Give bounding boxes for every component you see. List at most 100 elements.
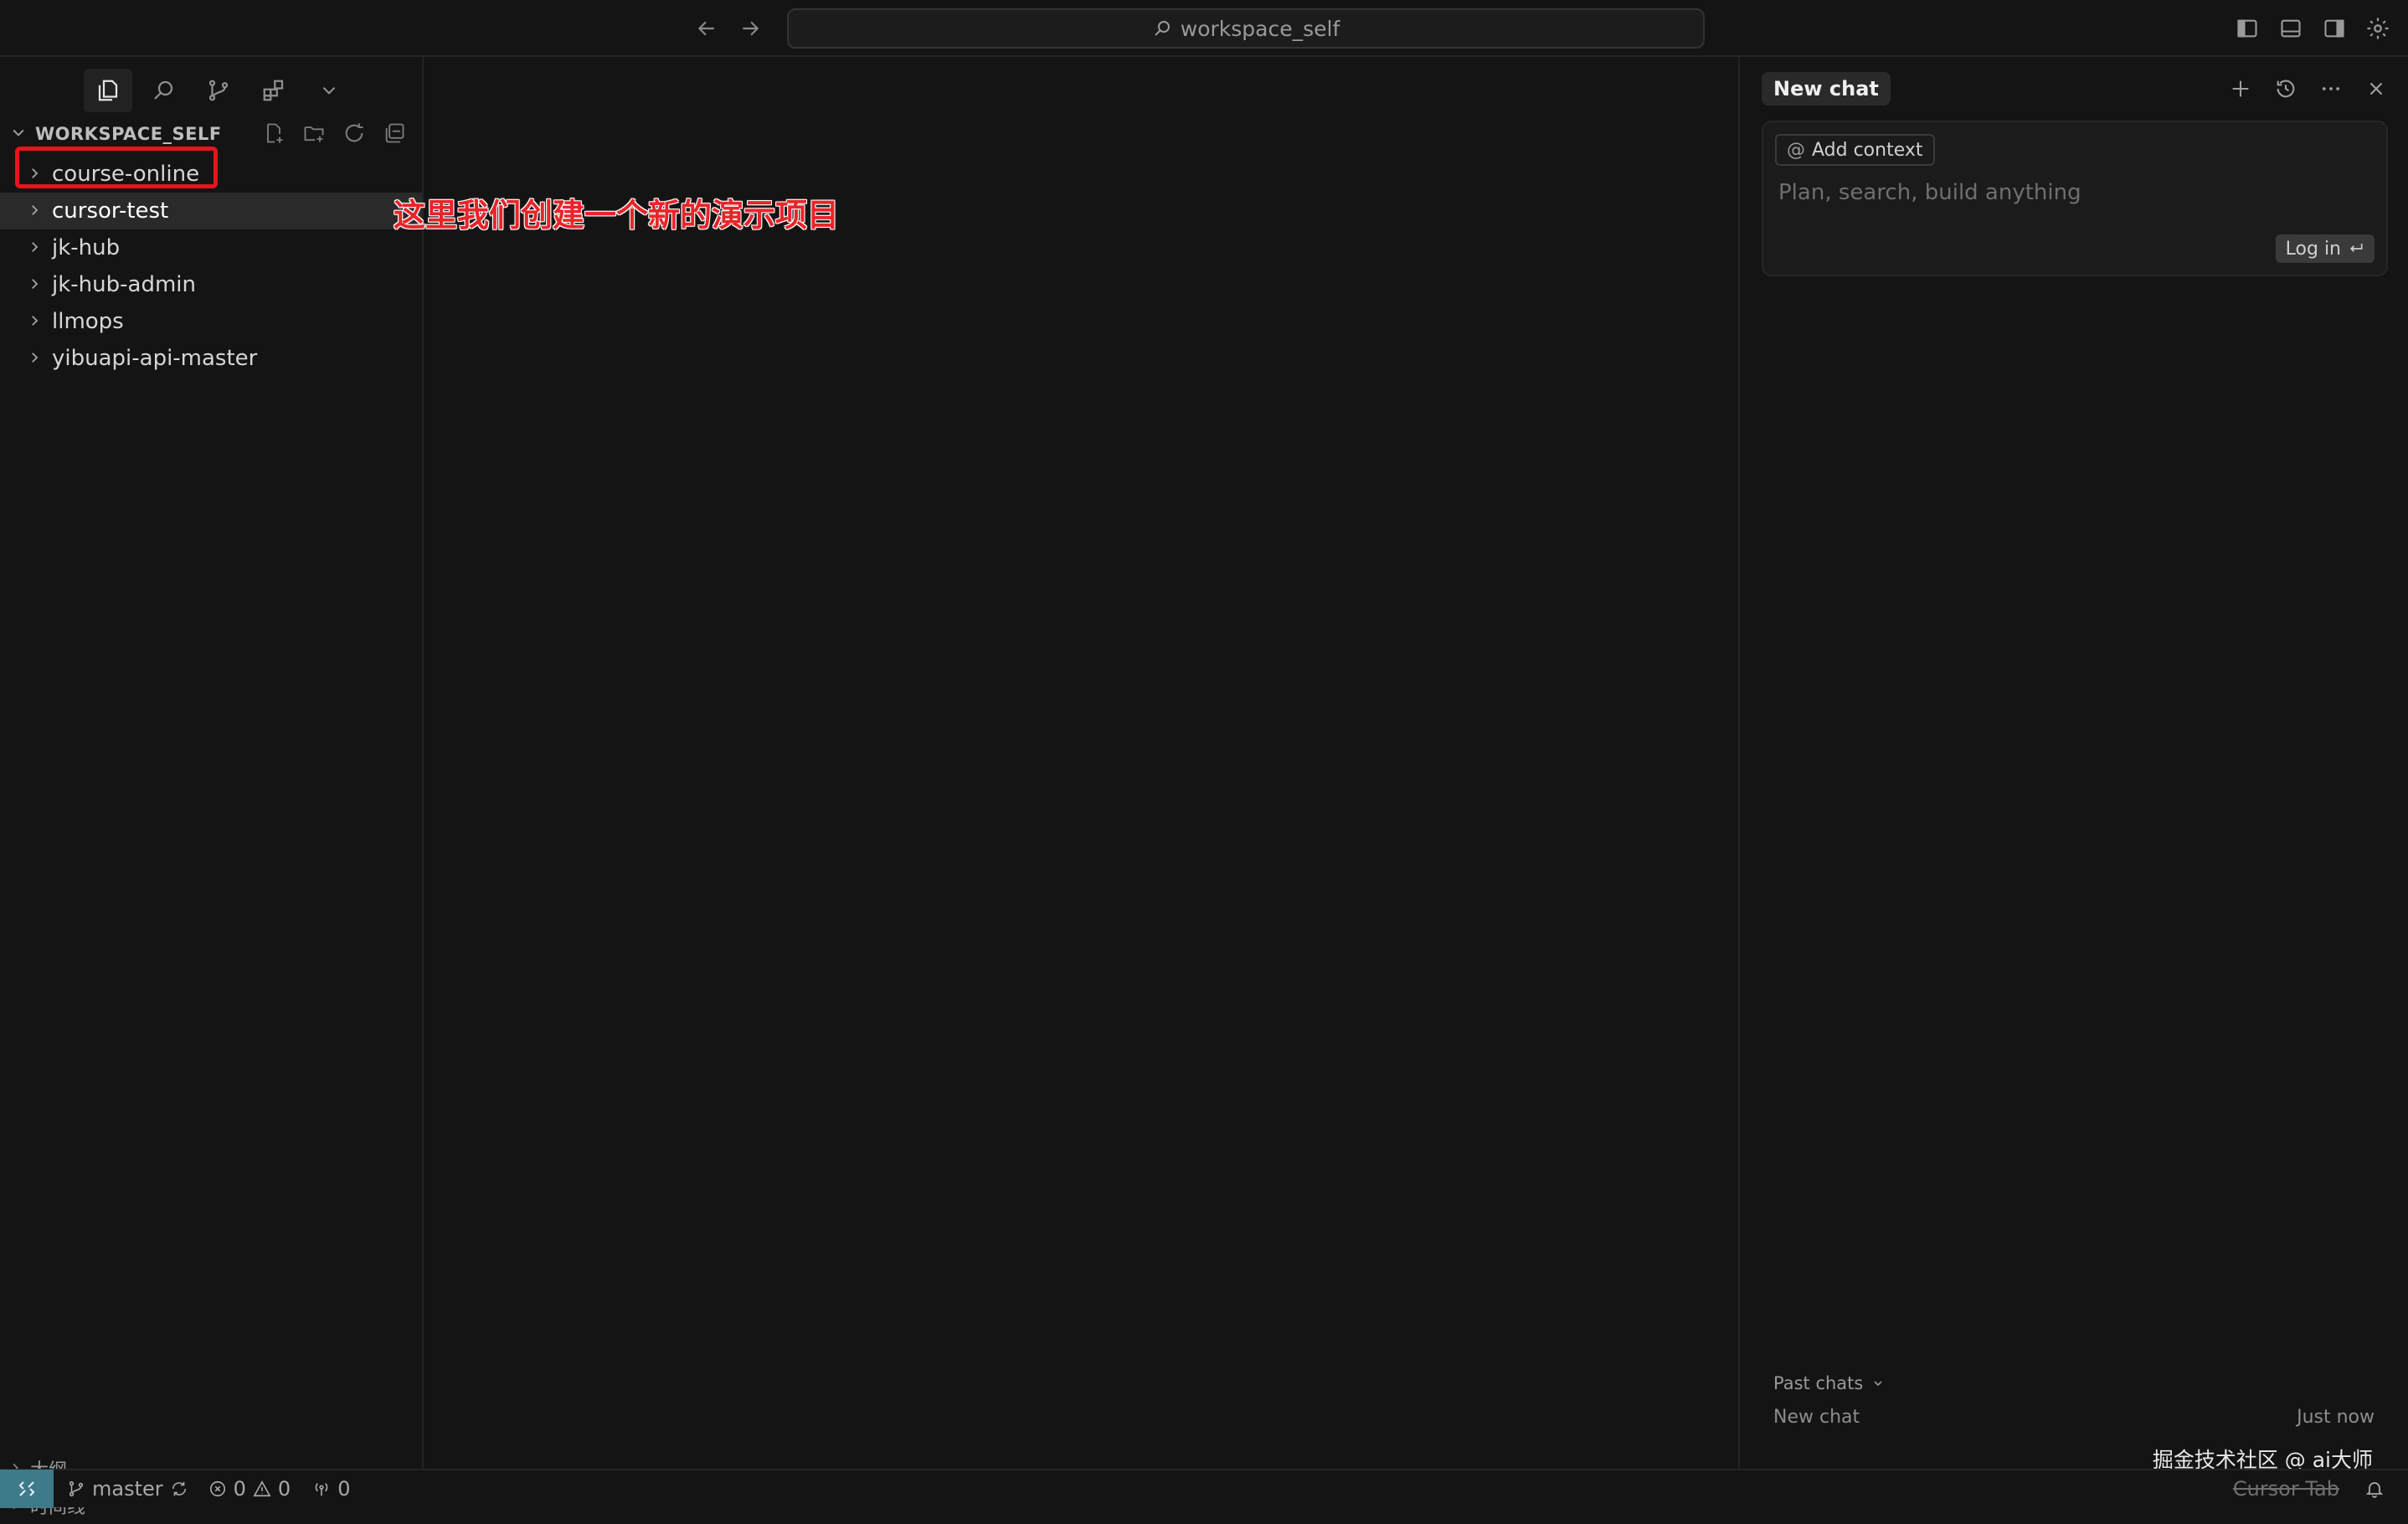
chat-prompt-input[interactable] — [1777, 174, 2363, 211]
sidebar-right-icon — [2324, 19, 2344, 38]
annotation-text: 这里我们创建一个新的演示项目 — [394, 197, 840, 234]
new-chat-button[interactable] — [2225, 74, 2256, 104]
warning-icon — [253, 1480, 271, 1497]
branch-status[interactable]: master — [67, 1477, 188, 1501]
tab-explorer[interactable] — [84, 69, 132, 112]
past-chat-time: Just now — [2297, 1406, 2375, 1428]
tree-folder-jk-hub-admin[interactable]: jk-hub-admin — [0, 266, 422, 303]
explorer-sidebar: WORKSPACE_SELF course-online cursor-test — [0, 57, 424, 1518]
plus-icon — [2232, 80, 2249, 97]
new-file-button[interactable] — [260, 119, 288, 147]
enter-key-icon — [2349, 244, 2363, 252]
sidebar-left-icon — [2237, 19, 2257, 38]
command-center-text: workspace_self — [1180, 16, 1340, 41]
ellipsis-icon — [2322, 87, 2340, 90]
ports-count: 0 — [337, 1477, 351, 1501]
ports-status[interactable]: 0 — [312, 1477, 350, 1501]
search-icon — [154, 80, 173, 100]
back-button[interactable] — [690, 12, 723, 45]
chevron-down-icon — [1874, 1381, 1882, 1387]
chevron-right-icon — [27, 346, 52, 371]
title-bar: workspace_self — [0, 0, 2408, 57]
arrow-right-icon — [743, 21, 759, 36]
branch-name: master — [92, 1477, 163, 1501]
chevron-down-icon — [322, 86, 336, 95]
refresh-explorer-button[interactable] — [340, 119, 368, 147]
remote-indicator[interactable] — [0, 1470, 54, 1508]
chat-more-button[interactable] — [2316, 74, 2346, 104]
settings-button[interactable] — [2361, 12, 2395, 45]
login-button[interactable]: Log in — [2275, 234, 2375, 263]
chat-history-button[interactable] — [2271, 74, 2301, 104]
broadcast-icon — [315, 1482, 328, 1496]
collapse-all-icon — [385, 123, 404, 143]
gear-icon — [2367, 18, 2389, 39]
tree-folder-llmops[interactable]: llmops — [0, 303, 422, 340]
tree-folder-cursor-test[interactable]: cursor-test — [0, 193, 422, 229]
tab-search[interactable] — [139, 69, 188, 112]
close-chat-button[interactable] — [2361, 74, 2391, 104]
command-center-search[interactable]: workspace_self — [787, 8, 1705, 49]
folder-label: jk-hub-admin — [52, 272, 196, 297]
new-file-icon — [267, 123, 283, 143]
chevron-right-icon — [27, 235, 52, 260]
activity-tabs — [84, 67, 353, 114]
cursor-tab-status[interactable]: Cursor Tab — [2233, 1477, 2339, 1501]
chevron-right-icon — [27, 309, 52, 334]
status-bar: master 0 0 0 Cursor Tab — [0, 1469, 2408, 1508]
history-icon — [2277, 80, 2295, 98]
files-icon — [98, 80, 118, 101]
add-context-button[interactable]: @ Add context — [1775, 134, 1935, 166]
arrow-left-icon — [697, 21, 714, 36]
folder-label: llmops — [52, 309, 124, 334]
refresh-icon — [345, 123, 363, 142]
toggle-panel-button[interactable] — [2274, 12, 2308, 45]
toggle-secondary-sidebar-button[interactable] — [2318, 12, 2351, 45]
chat-composer: @ Add context Log in — [1762, 121, 2388, 276]
past-chats-label: Past chats — [1773, 1373, 1864, 1393]
past-chat-title: New chat — [1773, 1406, 1860, 1428]
folder-label: jk-hub — [52, 235, 121, 260]
chevron-right-icon — [27, 272, 52, 297]
tab-source-control[interactable] — [194, 69, 243, 112]
tab-extensions[interactable] — [250, 69, 298, 112]
collapse-folders-button[interactable] — [380, 119, 409, 147]
warning-count: 0 — [277, 1477, 291, 1501]
bell-icon[interactable] — [2364, 1479, 2385, 1499]
tree-folder-jk-hub[interactable]: jk-hub — [0, 229, 422, 266]
add-context-label: Add context — [1812, 139, 1923, 161]
workspace-title: WORKSPACE_SELF — [35, 124, 222, 144]
chat-panel: New chat @ Add context Log in — [1738, 57, 2408, 1472]
git-branch-icon — [69, 1480, 84, 1497]
tab-more[interactable] — [305, 69, 353, 112]
past-chats-section: Past chats New chat Just now — [1773, 1368, 2375, 1435]
status-right: Cursor Tab — [2233, 1477, 2408, 1501]
folder-label: yibuapi-api-master — [52, 346, 258, 371]
annotation-highlight-box — [15, 147, 218, 188]
past-chat-item[interactable]: New chat Just now — [1773, 1398, 2375, 1435]
extensions-icon — [263, 80, 284, 101]
tree-folder-yibuapi-api-master[interactable]: yibuapi-api-master — [0, 340, 422, 377]
git-branch-icon — [208, 80, 229, 101]
new-folder-icon — [304, 126, 324, 142]
remote-icon — [18, 1481, 35, 1496]
login-label: Log in — [2285, 238, 2341, 260]
chat-actions — [2225, 74, 2391, 104]
past-chats-toggle[interactable]: Past chats — [1773, 1368, 2375, 1398]
problems-status[interactable]: 0 0 — [208, 1477, 291, 1501]
chevron-down-icon — [10, 124, 28, 145]
toggle-primary-sidebar-button[interactable] — [2230, 12, 2264, 45]
chat-header: New chat — [1762, 69, 2391, 109]
close-icon — [2369, 82, 2383, 95]
at-sign-icon: @ — [1787, 139, 1805, 161]
error-count: 0 — [233, 1477, 246, 1501]
layout-controls — [2230, 12, 2395, 45]
chat-tab-new-chat[interactable]: New chat — [1762, 72, 1891, 106]
search-icon — [1155, 21, 1170, 36]
new-folder-button[interactable] — [300, 119, 328, 147]
file-tree: course-online cursor-test jk-hub jk-hub-… — [0, 156, 422, 377]
error-icon — [209, 1480, 225, 1497]
chevron-right-icon — [27, 198, 52, 224]
editor-area[interactable] — [425, 57, 1738, 1469]
forward-button[interactable] — [733, 12, 767, 45]
